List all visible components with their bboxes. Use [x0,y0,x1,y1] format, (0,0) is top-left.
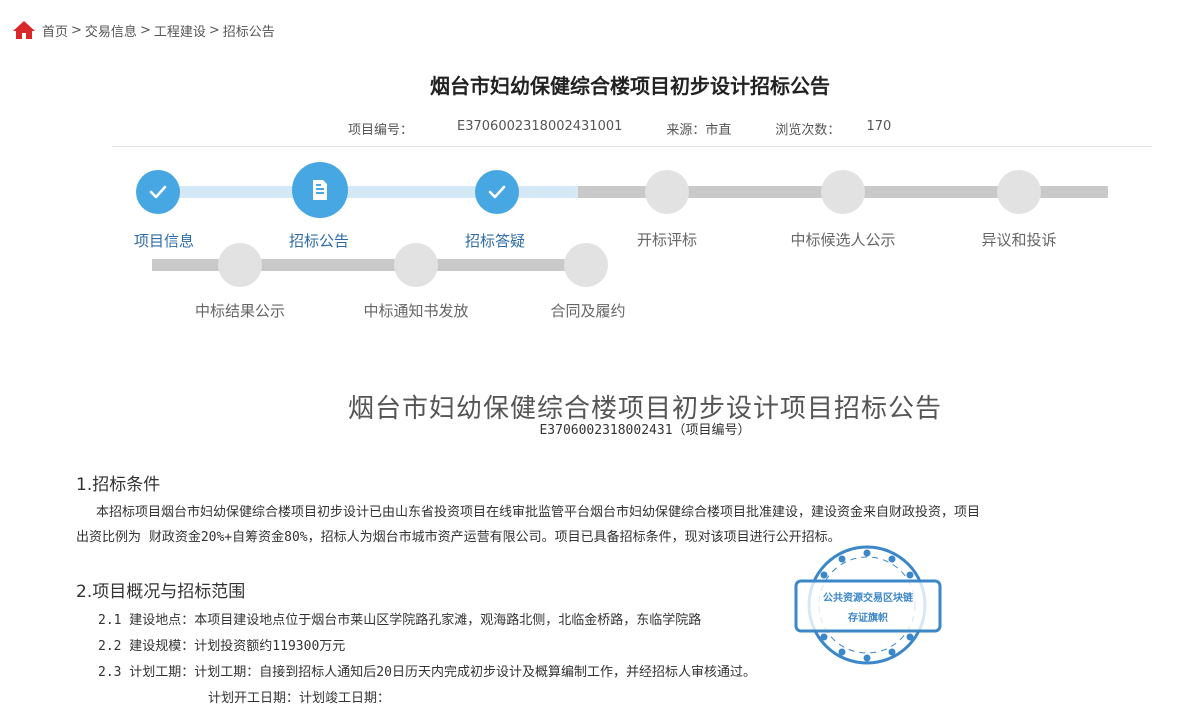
source-label: 来源： [666,123,706,138]
step-node-tender-qa[interactable] [475,170,519,214]
blockchain-badge[interactable]: 公共资源交易区块链 存证旗帜 [792,544,942,666]
project-meta: 项目编号： E3706002318002431001 来源： 市直 浏览次数： … [348,119,891,138]
breadcrumb-separator: > [71,22,82,38]
section-heading-1: 1.招标条件 [76,475,161,495]
source-value: 市直 [705,123,732,138]
project-no-value: E3706002318002431001 [457,119,623,134]
item-2-3-dates: 计划开工日期：计划竣工日期： [208,691,391,706]
breadcrumb-trade-info[interactable]: 交易信息 [85,21,137,40]
section-1-line-2: 出资比例为 财政资金20%+自筹资金80%，招标人为烟台市城市资产运营有限公司。… [76,530,841,545]
project-no-label: 项目编号： [348,123,414,138]
page-title: 烟台市妇幼保健综合楼项目初步设计招标公告 [430,74,830,98]
header-divider [112,146,1152,147]
blockchain-seal-icon [794,545,942,665]
home-icon[interactable] [12,20,36,40]
step-label-project-info[interactable]: 项目信息 [134,230,194,251]
section-heading-2: 2.项目概况与招标范围 [76,582,246,602]
check-icon [149,185,167,199]
document-icon [313,180,327,200]
step-node-candidate-notice[interactable] [821,170,865,214]
item-2-2: 2.2 建设规模：计划投资额约119300万元 [98,639,346,654]
section-1-paragraph: 本招标项目烟台市妇幼保健综合楼项目初步设计已由山东省投资项目在线审批监管平台烟台… [76,500,1188,550]
step-label-objection[interactable]: 异议和投诉 [981,229,1056,250]
step-node-project-info[interactable] [136,170,180,214]
breadcrumb-separator: > [139,22,151,38]
step-node-contract[interactable] [564,243,608,287]
step-label-bid-opening[interactable]: 开标评标 [637,229,697,250]
item-2-3: 2.3 计划工期：计划工期：自接到招标人通知后20日历天内完成初步设计及概算编制… [98,665,756,680]
views-count: 170 [866,119,892,134]
breadcrumb-separator: > [208,22,220,38]
views-label: 浏览次数： [775,123,841,138]
badge-line-2: 存证旗帜 [848,613,888,624]
document-subtitle: E3706002318002431（项目编号） [539,423,751,438]
breadcrumb-current[interactable]: 招标公告 [223,21,275,40]
step-node-award-letter[interactable] [394,243,438,287]
breadcrumb: 首页 > 交易信息 > 工程建设 > 招标公告 [12,20,275,40]
step-label-award-letter[interactable]: 中标通知书发放 [363,300,468,321]
step-label-tender-qa[interactable]: 招标答疑 [465,230,525,251]
badge-line-1: 公共资源交易区块链 [823,593,913,604]
step-label-tender-notice[interactable]: 招标公告 [289,230,349,251]
step-label-result-notice[interactable]: 中标结果公示 [195,300,285,321]
breadcrumb-engineering[interactable]: 工程建设 [154,21,206,40]
check-icon [488,185,506,199]
item-2-1: 2.1 建设地点：本项目建设地点位于烟台市莱山区学院路孔家滩，观海路北侧，北临金… [98,613,702,628]
step-node-bid-opening[interactable] [645,170,689,214]
step-node-objection[interactable] [997,170,1041,214]
step-node-tender-notice[interactable] [292,162,348,218]
step-label-candidate-notice[interactable]: 中标候选人公示 [790,229,895,250]
section-1-line-1: 本招标项目烟台市妇幼保健综合楼项目初步设计已由山东省投资项目在线审批监管平台烟台… [96,505,981,520]
step-label-contract[interactable]: 合同及履约 [550,300,625,321]
step-node-result-notice[interactable] [218,243,262,287]
breadcrumb-home[interactable]: 首页 [42,21,68,40]
